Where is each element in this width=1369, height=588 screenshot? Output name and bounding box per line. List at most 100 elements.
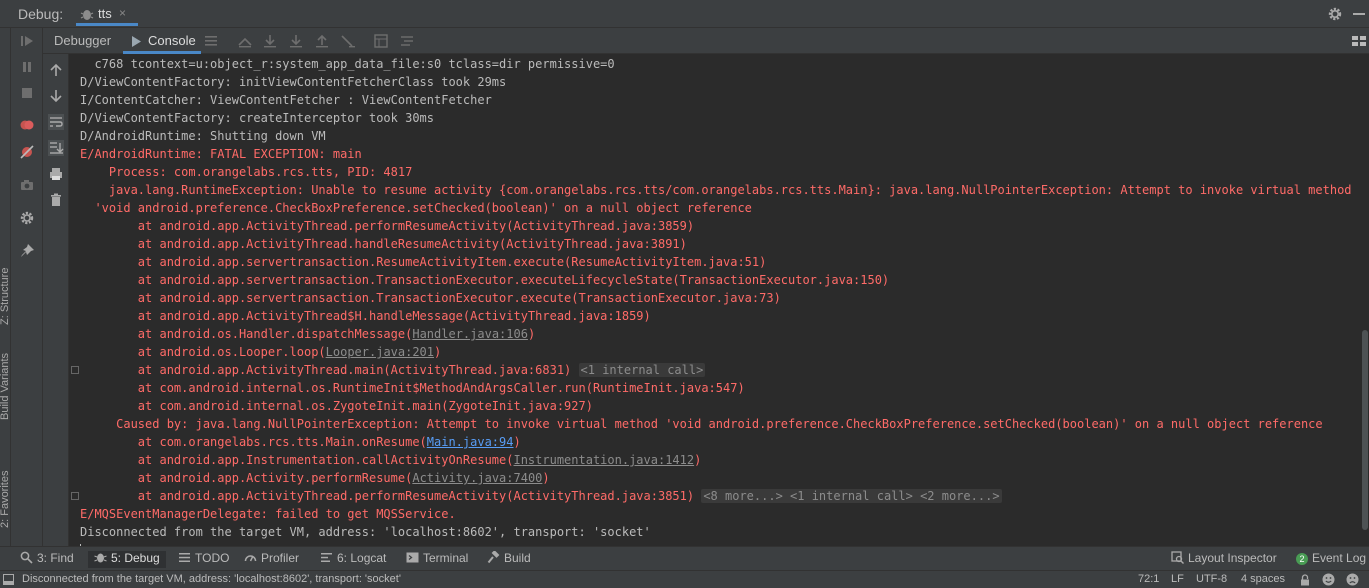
event-log-badge: 2 xyxy=(1296,553,1308,565)
status-bar: Disconnected from the target VM, address… xyxy=(0,570,1369,588)
console-line: at com.android.internal.os.RuntimeInit$M… xyxy=(80,379,745,397)
tool-layout-inspector[interactable]: Layout Inspector xyxy=(1171,551,1277,568)
console-line: at android.app.ActivityThread.main(Activ… xyxy=(80,361,706,379)
tool-todo-label: TODO xyxy=(195,551,230,565)
console-line: at com.android.internal.os.ZygoteInit.ma… xyxy=(80,397,593,415)
sad-face-icon[interactable] xyxy=(1346,573,1359,586)
file-encoding[interactable]: UTF-8 xyxy=(1196,573,1227,585)
source-link[interactable]: Main.java:94 xyxy=(427,435,514,449)
caret-position[interactable]: 72:1 xyxy=(1138,573,1159,585)
console-line-text: c768 tcontext=u:object_r:system_app_data… xyxy=(80,57,615,71)
tool-find-label: 3: Find xyxy=(37,551,74,565)
console-line-text: at android.app.servertransaction.Transac… xyxy=(80,273,890,287)
folded-frames[interactable]: <8 more...> <1 internal call> <2 more...… xyxy=(701,489,1002,503)
console-line-text: at android.app.ActivityThread.performRes… xyxy=(80,219,695,233)
folded-frames[interactable]: <1 internal call> xyxy=(578,363,706,377)
status-message: Disconnected from the target VM, address… xyxy=(22,573,401,585)
tool-profiler[interactable]: Profiler xyxy=(244,551,299,568)
console-line-text: at android.app.ActivityThread.main(Activ… xyxy=(80,363,572,377)
scroll-to-end-icon[interactable] xyxy=(48,140,64,156)
tool-profiler-label: Profiler xyxy=(261,551,300,565)
console-line: at com.orangelabs.rcs.tts.Main.onResume(… xyxy=(80,433,521,451)
search-icon xyxy=(20,551,33,564)
console-line: c768 tcontext=u:object_r:system_app_data… xyxy=(80,55,615,73)
source-link[interactable]: Looper.java:201 xyxy=(326,345,434,359)
run-to-cursor-icon[interactable] xyxy=(340,33,356,49)
menu-lines-icon[interactable] xyxy=(203,33,219,49)
console-line: at android.os.Looper.loop(Looper.java:20… xyxy=(80,343,441,361)
session-tab-tts[interactable]: tts × xyxy=(72,0,138,28)
stop-icon[interactable] xyxy=(19,85,35,101)
tool-logcat[interactable]: 6: Logcat xyxy=(320,551,386,568)
lock-icon[interactable] xyxy=(1299,574,1311,586)
tool-windows-toggle-icon[interactable] xyxy=(3,574,14,585)
console-line-suffix: ) xyxy=(513,435,521,449)
settings-icon[interactable] xyxy=(19,210,35,226)
console-line-text: java.lang.RuntimeException: Unable to re… xyxy=(80,183,1352,197)
console-line: E/MQSEventManagerDelegate: failed to get… xyxy=(80,505,456,523)
source-link[interactable]: Handler.java:106 xyxy=(412,327,528,341)
step-into-icon[interactable] xyxy=(288,33,304,49)
bottom-tool-window-bar: 3: Find 5: Debug TODO Profiler 6: Logcat… xyxy=(0,546,1369,570)
console-line: I/ContentCatcher: ViewContentFetcher : V… xyxy=(80,91,492,109)
console-line-suffix: ) xyxy=(542,471,550,485)
line-separator[interactable]: LF xyxy=(1171,573,1184,585)
debug-tabs: Debugger Console xyxy=(43,28,1369,54)
camera-icon[interactable] xyxy=(19,177,35,193)
source-link[interactable]: Instrumentation.java:1412 xyxy=(513,453,694,467)
tool-terminal[interactable]: Terminal xyxy=(406,551,468,568)
trace-icon[interactable] xyxy=(399,33,415,49)
debug-titlebar: Debug: tts × xyxy=(0,0,1369,28)
view-breakpoints-icon[interactable] xyxy=(19,117,35,133)
close-icon[interactable]: × xyxy=(119,6,126,20)
tool-build[interactable]: Build xyxy=(487,551,531,568)
tool-window-structure[interactable]: Z: Structure xyxy=(0,268,11,325)
tool-window-build-variants[interactable]: Build Variants xyxy=(0,353,11,420)
gear-icon[interactable] xyxy=(1327,6,1343,22)
gauge-icon xyxy=(244,555,257,562)
evaluate-expression-icon[interactable] xyxy=(373,33,389,49)
soft-wrap-icon[interactable] xyxy=(48,114,64,130)
tool-todo[interactable]: TODO xyxy=(178,551,229,568)
fold-marker[interactable] xyxy=(71,366,79,374)
console-line-text: D/AndroidRuntime: Shutting down VM xyxy=(80,129,326,143)
bug-icon xyxy=(94,553,107,563)
trash-icon[interactable] xyxy=(48,192,64,208)
step-over-icon[interactable] xyxy=(262,33,278,49)
show-execution-point-icon[interactable] xyxy=(237,33,253,49)
tab-console[interactable]: Console xyxy=(148,33,196,48)
console-line-suffix: ) xyxy=(434,345,442,359)
fold-marker[interactable] xyxy=(71,492,79,500)
console-output[interactable]: c768 tcontext=u:object_r:system_app_data… xyxy=(69,54,1359,546)
layout-grid-icon[interactable] xyxy=(1351,33,1367,49)
pin-icon[interactable] xyxy=(19,243,35,259)
logcat-icon xyxy=(321,553,332,562)
mute-breakpoints-icon[interactable] xyxy=(19,144,35,160)
console-line: at android.app.ActivityThread.performRes… xyxy=(80,487,1002,505)
step-out-icon[interactable] xyxy=(314,33,330,49)
indent-setting[interactable]: 4 spaces xyxy=(1241,573,1285,585)
left-tool-strip: Z: Structure Build Variants 2: Favorites xyxy=(0,28,11,546)
tab-debugger[interactable]: Debugger xyxy=(54,33,111,48)
console-scrollbar-thumb[interactable] xyxy=(1362,330,1368,530)
console-line-text: at com.android.internal.os.ZygoteInit.ma… xyxy=(80,399,593,413)
console-line: at android.app.Activity.performResume(Ac… xyxy=(80,469,550,487)
console-line-text: D/ViewContentFactory: createInterceptor … xyxy=(80,111,435,125)
console-line-text: at android.os.Looper.loop( xyxy=(80,345,326,359)
happy-face-icon[interactable] xyxy=(1322,573,1335,586)
console-line-text: at android.os.Handler.dispatchMessage( xyxy=(80,327,413,341)
tool-debug-label: 5: Debug xyxy=(111,551,160,565)
pause-program-icon[interactable] xyxy=(19,59,35,75)
tool-find[interactable]: 3: Find xyxy=(20,551,74,568)
minimize-icon[interactable] xyxy=(1353,13,1365,15)
tool-window-favorites[interactable]: 2: Favorites xyxy=(0,471,11,528)
debug-action-toolbar xyxy=(11,28,43,546)
tool-debug[interactable]: 5: Debug xyxy=(88,551,166,568)
resume-program-icon[interactable] xyxy=(19,33,35,49)
source-link[interactable]: Activity.java:7400 xyxy=(412,471,542,485)
up-arrow-icon[interactable] xyxy=(48,62,64,78)
tool-event-log[interactable]: 2 Event Log xyxy=(1296,551,1366,568)
down-arrow-icon[interactable] xyxy=(48,88,64,104)
list-icon xyxy=(179,553,190,562)
print-icon[interactable] xyxy=(48,166,64,182)
